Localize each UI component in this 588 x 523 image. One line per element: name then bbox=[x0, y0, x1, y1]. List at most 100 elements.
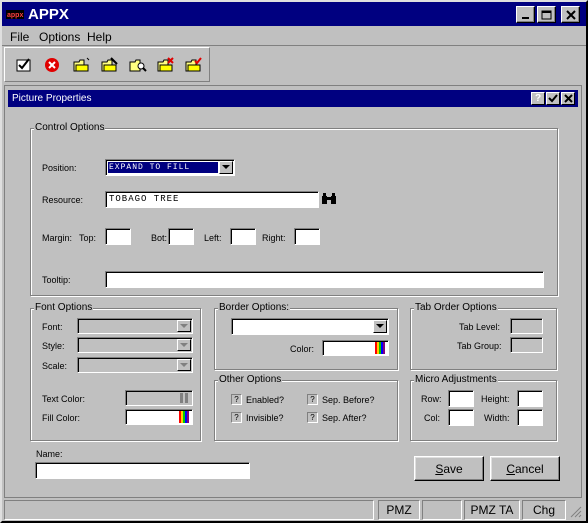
menu-divider bbox=[2, 45, 586, 46]
status-bar: PMZ PMZ TA Chg bbox=[4, 500, 584, 520]
minimize-button[interactable] bbox=[516, 6, 535, 23]
menu-help[interactable]: Help bbox=[87, 30, 112, 44]
resource-input[interactable]: TOBAGO TREE bbox=[105, 191, 319, 208]
position-value: EXPAND TO FILL bbox=[109, 163, 191, 172]
indeterminate-icon: ? bbox=[234, 395, 239, 404]
margin-bot-input[interactable] bbox=[168, 228, 194, 245]
menu-options[interactable]: Options bbox=[39, 30, 80, 44]
font-options-legend: Font Options bbox=[34, 302, 94, 313]
margin-top-label: Top: bbox=[79, 233, 97, 243]
save-button[interactable]: Save bbox=[414, 456, 484, 481]
invisible-label: Invisible? bbox=[246, 413, 284, 423]
border-color-label: Color: bbox=[290, 344, 315, 354]
text-color-input[interactable] bbox=[125, 390, 193, 406]
height-label: Height: bbox=[481, 394, 510, 404]
text-color-label: Text Color: bbox=[42, 394, 86, 404]
font-select[interactable] bbox=[77, 318, 193, 334]
folder-edit-icon[interactable] bbox=[99, 54, 121, 76]
sep-before-checkbox[interactable]: ? bbox=[307, 394, 318, 405]
tooltip-label: Tooltip: bbox=[42, 275, 71, 285]
folder-search-icon[interactable] bbox=[127, 54, 149, 76]
save-button-label: Save bbox=[435, 461, 463, 476]
position-select[interactable]: EXPAND TO FILL bbox=[105, 159, 235, 176]
chevron-down-icon[interactable] bbox=[219, 161, 233, 174]
dialog-ok-button[interactable] bbox=[546, 92, 560, 105]
width-input[interactable] bbox=[517, 409, 543, 426]
chevron-down-icon[interactable] bbox=[177, 339, 191, 351]
control-options-legend: Control Options bbox=[34, 122, 106, 133]
row-label: Row: bbox=[421, 394, 442, 404]
menu-file[interactable]: File bbox=[10, 30, 29, 44]
font-label: Font: bbox=[42, 322, 63, 332]
enabled-label: Enabled? bbox=[246, 395, 285, 405]
title-bar[interactable]: appx APPX bbox=[2, 2, 586, 26]
fill-color-input[interactable] bbox=[125, 409, 193, 425]
binoculars-icon[interactable] bbox=[321, 192, 337, 206]
tab-group-input[interactable] bbox=[510, 337, 543, 353]
color-picker-icon[interactable] bbox=[178, 410, 190, 424]
status-empty bbox=[422, 500, 462, 520]
cancel-button-label: Cancel bbox=[506, 461, 544, 476]
scale-select[interactable] bbox=[77, 357, 193, 373]
resource-label: Resource: bbox=[42, 195, 84, 205]
other-options-group bbox=[214, 380, 398, 441]
status-pmz: PMZ bbox=[378, 500, 420, 520]
margin-left-label: Left: bbox=[204, 233, 222, 243]
col-input[interactable] bbox=[448, 409, 474, 426]
close-button[interactable] bbox=[561, 6, 580, 23]
indeterminate-icon: ? bbox=[234, 413, 239, 422]
row-input[interactable] bbox=[448, 390, 474, 407]
chevron-down-icon[interactable] bbox=[177, 359, 191, 371]
margin-right-label: Right: bbox=[262, 233, 286, 243]
position-label: Position: bbox=[42, 163, 77, 173]
chevron-down-icon[interactable] bbox=[177, 320, 191, 332]
sep-before-label: Sep. Before? bbox=[322, 395, 375, 405]
style-select[interactable] bbox=[77, 337, 193, 353]
folder-delete-icon[interactable] bbox=[155, 54, 177, 76]
sep-after-label: Sep. After? bbox=[322, 413, 367, 423]
app-logo-icon: appx bbox=[6, 7, 24, 21]
name-input[interactable] bbox=[35, 462, 250, 479]
cancel-button[interactable]: Cancel bbox=[490, 456, 560, 481]
sep-after-checkbox[interactable]: ? bbox=[307, 412, 318, 423]
status-pmz-ta: PMZ TA bbox=[464, 500, 520, 520]
height-input[interactable] bbox=[517, 390, 543, 407]
invisible-checkbox[interactable]: ? bbox=[231, 412, 242, 423]
margin-left-input[interactable] bbox=[230, 228, 256, 245]
border-style-select[interactable] bbox=[231, 318, 389, 335]
dialog-help-button[interactable]: ? bbox=[531, 92, 545, 105]
col-label: Col: bbox=[424, 413, 441, 423]
tooltip-input[interactable] bbox=[105, 271, 544, 288]
dialog-title-bar[interactable]: Picture Properties ? bbox=[8, 90, 578, 107]
style-label: Style: bbox=[42, 341, 65, 351]
micro-adjustments-legend: Micro Adjustments bbox=[414, 374, 498, 385]
status-chg: Chg bbox=[522, 500, 566, 520]
toolbar bbox=[4, 47, 210, 82]
resource-value: TOBAGO TREE bbox=[109, 194, 180, 204]
color-picker-icon[interactable] bbox=[374, 341, 386, 355]
border-options-legend: Border Options: bbox=[218, 302, 291, 313]
chevron-down-icon[interactable] bbox=[373, 320, 387, 333]
margin-top-input[interactable] bbox=[105, 228, 131, 245]
indeterminate-icon: ? bbox=[310, 395, 315, 404]
tab-level-input[interactable] bbox=[510, 318, 543, 334]
dialog-title: Picture Properties bbox=[12, 93, 92, 104]
status-message bbox=[4, 500, 374, 520]
width-label: Width: bbox=[484, 413, 510, 423]
margin-bot-label: Bot: bbox=[151, 233, 168, 243]
ok-check-icon[interactable] bbox=[13, 54, 35, 76]
cancel-icon[interactable] bbox=[41, 54, 63, 76]
indeterminate-icon: ? bbox=[310, 413, 315, 422]
folder-check-icon[interactable] bbox=[183, 54, 205, 76]
name-label: Name: bbox=[36, 449, 63, 459]
folder-new-icon[interactable] bbox=[71, 54, 93, 76]
resize-grip-icon[interactable] bbox=[570, 506, 582, 518]
color-picker-icon[interactable] bbox=[178, 391, 190, 405]
svg-text:appx: appx bbox=[7, 12, 23, 19]
maximize-button[interactable] bbox=[537, 6, 556, 23]
dialog-close-button[interactable] bbox=[561, 92, 575, 105]
border-color-input[interactable] bbox=[322, 340, 389, 356]
tab-level-label: Tab Level: bbox=[459, 322, 501, 332]
margin-right-input[interactable] bbox=[294, 228, 320, 245]
enabled-checkbox[interactable]: ? bbox=[231, 394, 242, 405]
